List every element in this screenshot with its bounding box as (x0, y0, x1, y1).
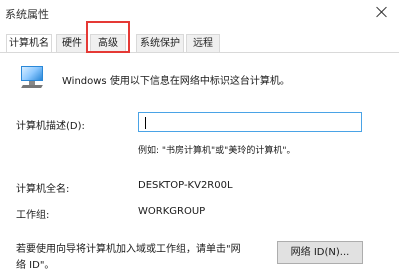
window-title: 系统属性 (5, 8, 49, 21)
close-icon[interactable] (373, 3, 391, 21)
description-label: 计算机描述(D): (16, 121, 85, 132)
intro-text: Windows 使用以下信息在网络中标识这台计算机。 (62, 76, 290, 87)
computer-monitor-icon (18, 66, 46, 88)
network-wizard-text-line1: 若要使用向导将计算机加入域或工作组，请单击"网 (16, 244, 241, 255)
network-wizard-text-line2: 络 ID"。 (16, 260, 55, 271)
workgroup-value: WORKGROUP (138, 206, 206, 217)
tab-hardware[interactable]: 硬件 (56, 34, 88, 52)
full-name-value: DESKTOP-KV2R00L (138, 180, 233, 191)
advanced-tab-highlight (86, 21, 130, 53)
tab-system-protection[interactable]: 系统保护 (136, 34, 184, 52)
description-input[interactable] (138, 112, 362, 132)
full-name-label: 计算机全名: (16, 184, 70, 195)
network-id-button[interactable]: 网络 ID(N)... (277, 241, 363, 264)
title-bar: 系统属性 (0, 0, 399, 28)
example-text: 例如: "书房计算机"或"美玲的计算机"。 (138, 146, 296, 156)
workgroup-label: 工作组: (16, 210, 50, 221)
text-caret (145, 117, 146, 129)
tab-computer-name[interactable]: 计算机名 (6, 34, 52, 54)
tab-remote[interactable]: 远程 (186, 34, 220, 52)
